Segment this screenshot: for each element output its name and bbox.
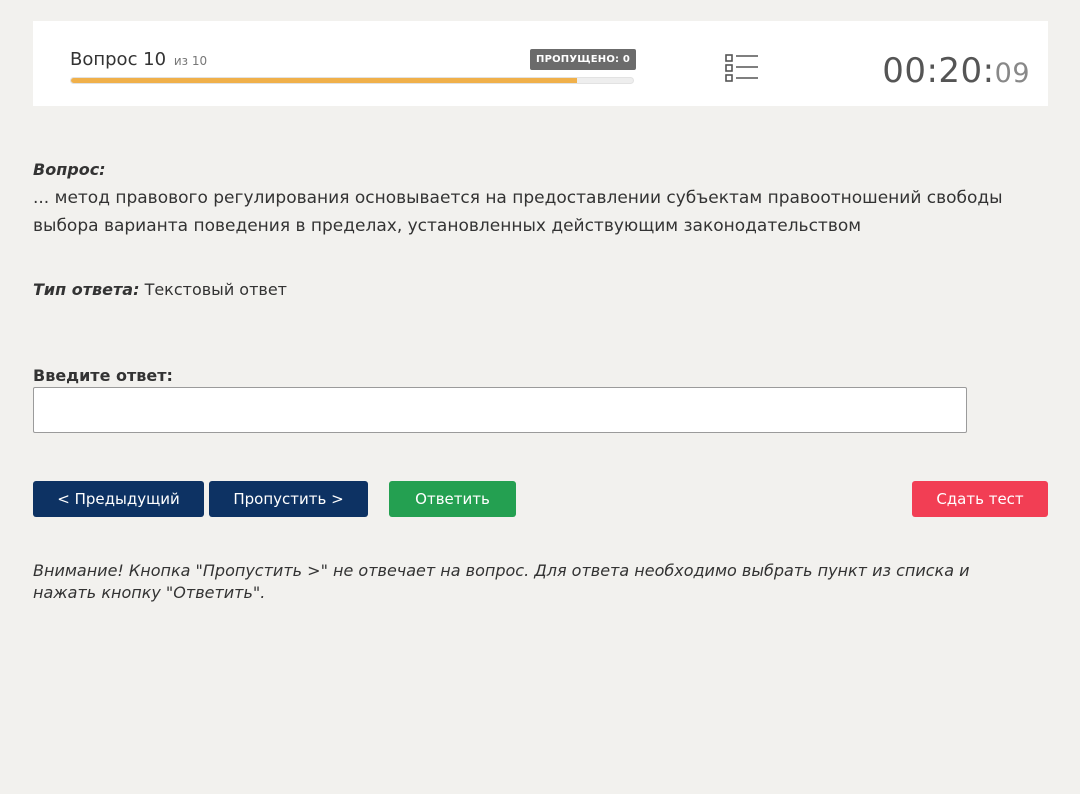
skipped-badge: ПРОПУЩЕНО: 0 bbox=[530, 49, 637, 70]
question-text: ... метод правового регулирования основы… bbox=[33, 188, 1003, 236]
question-total: из 10 bbox=[173, 54, 208, 68]
warning-note: Внимание! Кнопка "Пропустить >" не отвеч… bbox=[33, 561, 970, 602]
answer-type-value: Текстовый ответ bbox=[144, 280, 287, 299]
answer-type: Тип ответа: Текстовый ответ bbox=[33, 280, 287, 299]
timer-main: 00:20: bbox=[882, 51, 995, 91]
answer-input[interactable] bbox=[33, 387, 967, 433]
progress-bar bbox=[70, 77, 634, 84]
answer-button[interactable]: Ответить bbox=[389, 481, 516, 517]
progress-fill bbox=[71, 78, 577, 83]
answer-type-label: Тип ответа: bbox=[33, 280, 140, 299]
test-header: Вопрос 10 из 10 ПРОПУЩЕНО: 0 00:20:09 bbox=[33, 21, 1048, 106]
answer-input-label: Введите ответ: bbox=[33, 366, 173, 385]
timer: 00:20:09 bbox=[882, 51, 1030, 91]
skip-button[interactable]: Пропустить > bbox=[209, 481, 368, 517]
question-list-icon[interactable] bbox=[725, 53, 759, 83]
previous-button[interactable]: < Предыдущий bbox=[33, 481, 204, 517]
question-label: Вопрос: bbox=[33, 160, 106, 179]
submit-test-button[interactable]: Сдать тест bbox=[912, 481, 1048, 517]
question-counter: Вопрос 10 из 10 bbox=[70, 49, 207, 70]
timer-seconds: 09 bbox=[994, 58, 1030, 89]
question-number: Вопрос 10 bbox=[70, 49, 167, 70]
